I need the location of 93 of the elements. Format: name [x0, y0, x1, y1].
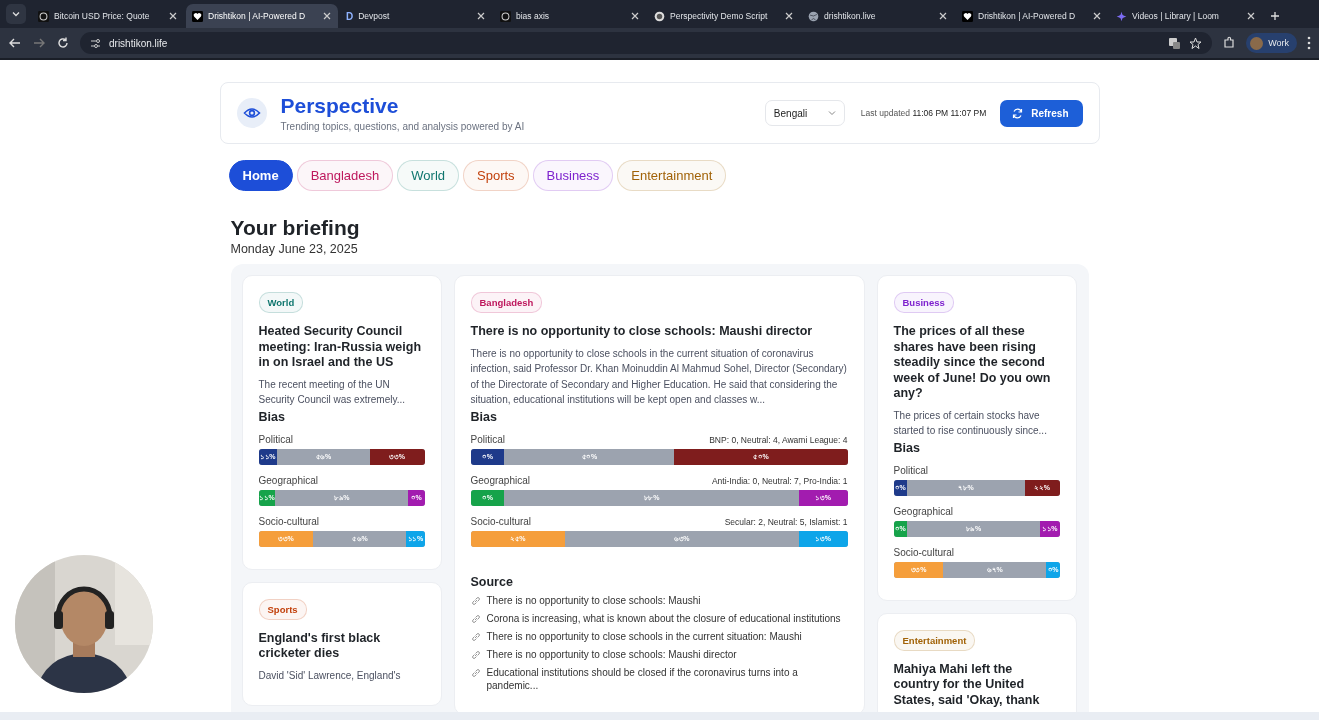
heart-icon — [192, 10, 203, 22]
app-subtitle: Trending topics, questions, and analysis powered by AI — [280, 121, 526, 132]
card-summary: The recent meeting of the UN Security Council was extremely... — [258, 377, 407, 407]
devpost-icon: D — [346, 10, 354, 22]
link-icon — [470, 595, 481, 606]
browser-tab[interactable]: D Devpost — [340, 4, 492, 28]
close-icon[interactable] — [476, 11, 486, 21]
card-title[interactable]: There is no opportunity to close schools: Maushi director — [470, 324, 848, 340]
bias-counts: Anti-India: 0, Neutral: 7, Pro-India: 1 — [711, 475, 848, 486]
reload-icon[interactable] — [56, 36, 70, 50]
refresh-button[interactable]: Refresh — [1000, 99, 1083, 127]
card-summary: The prices of certain stocks have started to rise continuously since... — [893, 408, 1048, 438]
bias-label: Socio-cultural — [470, 515, 532, 527]
source-link[interactable]: Corona is increasing, what is known about the closure of educational institutions — [486, 611, 841, 625]
bias-label: Political — [893, 464, 928, 476]
source-heading: Source — [470, 574, 514, 589]
bias-counts: BNP: 0, Neutral: 4, Awami League: 4 — [709, 434, 848, 445]
site-settings-icon[interactable] — [90, 37, 101, 49]
browser-tab[interactable]: Drishtikon | AI-Powered D — [956, 4, 1108, 28]
card-title[interactable]: Heated Security Council meeting: Iran-Russia weigh in on Israel and the US — [258, 324, 425, 371]
source-link[interactable]: There is no opportunity to close schools in the current situation: Maushi — [486, 629, 802, 643]
bias-label: Geographical — [470, 474, 530, 486]
category-tab[interactable]: Bangladesh — [296, 160, 394, 191]
briefing-title: Your briefing — [230, 216, 361, 240]
bias-label: Socio-cultural — [893, 546, 955, 558]
category-tag[interactable]: World — [258, 292, 304, 313]
briefing-date: Monday June 23, 2025 — [230, 242, 359, 256]
card-title[interactable]: Mahiya Mahi left the country for the United States, said 'Okay, thank — [893, 661, 1060, 708]
category-tab[interactable]: Business — [532, 160, 614, 191]
close-icon[interactable] — [168, 11, 178, 21]
translate-icon[interactable] — [1168, 36, 1182, 50]
category-tab[interactable]: Entertainment — [617, 160, 727, 191]
browser-tab[interactable]: Videos | Library | Loom — [1110, 4, 1262, 28]
category-tag[interactable]: Entertainment — [893, 629, 976, 651]
source-link[interactable]: Educational institutions should be closed if the coronavirus turns into a pandemic... — [486, 665, 848, 692]
bias-heading: Bias — [258, 409, 286, 424]
circle-icon — [654, 10, 665, 22]
menu-icon[interactable] — [1307, 36, 1311, 50]
browser-tab[interactable]: Bitcoin USD Price: Quote — [32, 4, 184, 28]
category-tab[interactable]: Sports — [463, 160, 529, 191]
heart-icon — [962, 10, 973, 22]
link-icon — [470, 613, 481, 624]
star-icon[interactable] — [1189, 36, 1203, 50]
globe-icon — [808, 10, 819, 22]
browser-tab[interactable]: Drishtikon | AI-Powered D — [186, 4, 338, 28]
source-link[interactable]: There is no opportunity to close schools: Maushi director — [486, 647, 737, 661]
address-bar[interactable]: drishtikon.life — [80, 32, 1213, 54]
close-icon[interactable] — [322, 11, 332, 21]
extensions-icon[interactable] — [1222, 36, 1237, 50]
close-icon[interactable] — [784, 11, 794, 21]
eye-icon — [236, 98, 267, 128]
bias-counts: Secular: 2, Neutral: 5, Islamist: 1 — [724, 516, 848, 527]
category-tag[interactable]: Business — [893, 292, 954, 313]
card-summary: David 'Sid' Lawrence, England's — [258, 668, 402, 683]
card-title[interactable]: The prices of all these shares have been rising steadily since the second week of June! Do you own any? — [893, 324, 1060, 402]
bias-label: Geographical — [893, 505, 953, 517]
close-icon[interactable] — [630, 11, 640, 21]
bias-label: Political — [258, 433, 293, 445]
app-title: Perspective — [280, 94, 400, 118]
profile-button[interactable]: Work — [1246, 33, 1297, 53]
back-icon[interactable] — [8, 36, 22, 50]
card-title[interactable]: England's first black cricketer dies — [258, 630, 425, 662]
category-tab[interactable]: Home — [228, 160, 293, 191]
language-select[interactable]: Bengali — [764, 100, 845, 126]
browser-tab[interactable]: drishtikon.live — [802, 4, 954, 28]
close-icon[interactable] — [938, 11, 948, 21]
chevron-icon — [827, 109, 836, 117]
bias-heading: Bias — [893, 440, 921, 455]
badge-icon — [500, 10, 511, 22]
bias-label: Political — [470, 433, 505, 445]
forward-icon[interactable] — [32, 36, 46, 50]
bias-heading: Bias — [470, 409, 498, 424]
badge-icon — [38, 10, 49, 22]
browser-tab[interactable]: Perspectivity Demo Script — [648, 4, 800, 28]
link-icon — [470, 667, 481, 678]
close-icon[interactable] — [1092, 11, 1102, 21]
category-tag[interactable]: Bangladesh — [470, 292, 543, 313]
link-icon — [470, 631, 481, 642]
category-tab[interactable]: World — [397, 160, 459, 191]
new-tab-icon[interactable] — [1270, 11, 1280, 21]
bias-label: Geographical — [258, 474, 318, 486]
chevron-icon — [12, 10, 20, 18]
burst-icon — [1116, 10, 1127, 22]
refresh-icon — [1012, 107, 1024, 119]
browser-tab[interactable]: bias axis — [494, 4, 646, 28]
category-tag[interactable]: Sports — [258, 598, 307, 620]
link-icon — [470, 649, 481, 660]
close-icon[interactable] — [1246, 11, 1256, 21]
tab-search-button[interactable] — [6, 4, 26, 24]
card-summary: There is no opportunity to close schools in the current situation of coronavirus infection, said Professor Dr. Khan Moinuddin Al Mahmud Sohel, Director (Secondary) of the Directorate of Secondary and Higher Education. He said that considering the situation, educational institutions will be kept open and classes w... — [470, 346, 848, 407]
source-link[interactable]: There is no opportunity to close schools: Maushi — [486, 593, 701, 607]
last-updated: Last updated 11:06 PM 11:07 PM — [860, 108, 987, 118]
bias-label: Socio-cultural — [258, 515, 320, 527]
